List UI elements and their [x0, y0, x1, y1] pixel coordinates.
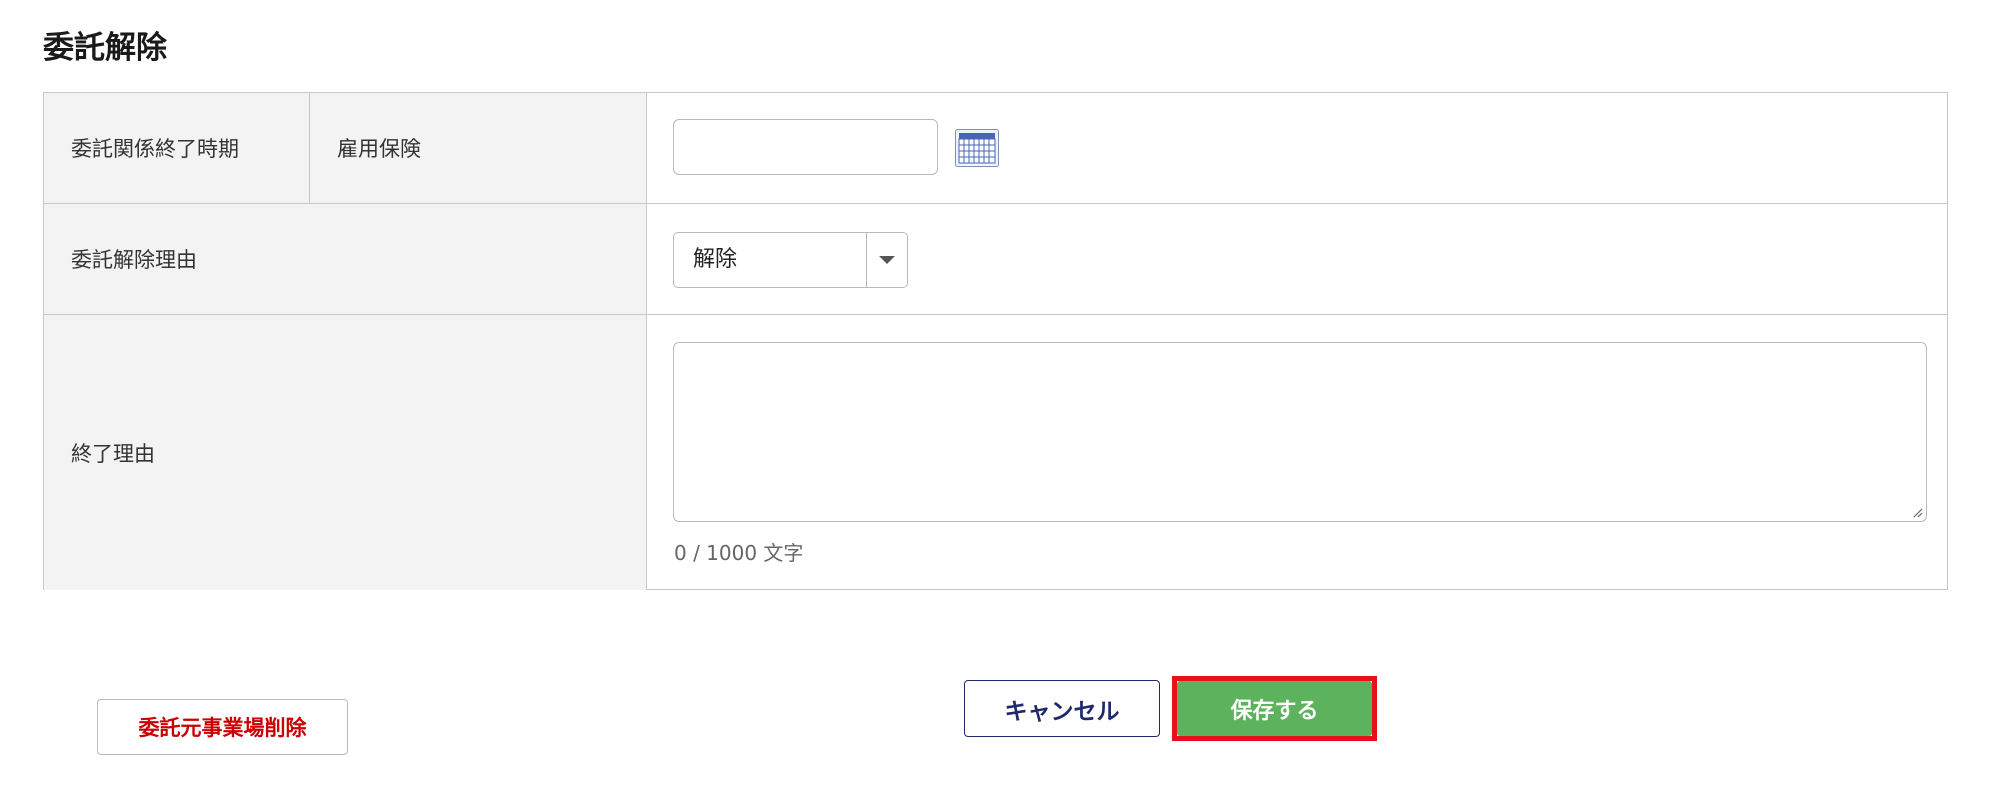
- page-title: 委託解除: [43, 30, 167, 66]
- release-reason-selected-value: 解除: [693, 247, 738, 272]
- end-reason-label: 終了理由: [44, 315, 647, 590]
- select-divider: [866, 233, 867, 287]
- caret-down-icon[interactable]: [879, 256, 895, 264]
- end-reason-value-cell: 0 / 1000 文字: [647, 315, 1947, 590]
- release-reason-value-cell: 解除: [647, 204, 1947, 314]
- release-reason-label: 委託解除理由: [44, 204, 647, 314]
- character-counter: 0 / 1000 文字: [674, 541, 804, 565]
- delete-client-workplace-button[interactable]: 委託元事業場削除: [97, 699, 348, 755]
- release-reason-select[interactable]: 解除: [673, 232, 908, 288]
- end-period-label: 委託関係終了時期: [44, 93, 310, 203]
- cancel-button[interactable]: キャンセル: [964, 680, 1160, 737]
- form-row-end-period: 委託関係終了時期 雇用保険: [44, 93, 1947, 203]
- form-row-release-reason: 委託解除理由 解除: [44, 203, 1947, 314]
- calendar-icon[interactable]: [955, 129, 999, 167]
- resize-handle-icon[interactable]: [1913, 508, 1923, 518]
- save-button[interactable]: 保存する: [1177, 681, 1372, 736]
- end-period-value-cell: [647, 93, 1947, 203]
- employment-insurance-label: 雇用保険: [310, 93, 647, 203]
- release-form-table: 委託関係終了時期 雇用保険 委託解除理由 解除 終了理由 0 / 1000 文字: [43, 92, 1948, 590]
- end-reason-textarea[interactable]: [673, 342, 1927, 522]
- form-row-end-reason: 終了理由 0 / 1000 文字: [44, 314, 1947, 590]
- end-date-input[interactable]: [673, 119, 938, 175]
